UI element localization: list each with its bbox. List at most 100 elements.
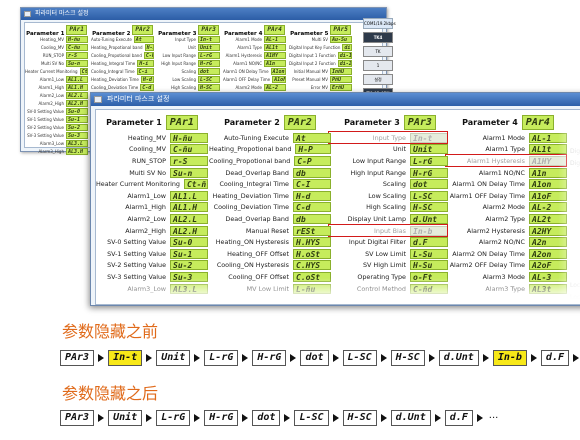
back-param-row[interactable]: Alarm2_High AL2.H — [25, 99, 88, 107]
back-param-row[interactable]: SV-1 Setting Value Su-1 — [25, 115, 88, 123]
back-param-row[interactable]: Heater Current MonitoringCt-ñ — [25, 67, 88, 75]
param-code-display[interactable]: Au-Su — [330, 35, 352, 43]
front-param-row[interactable]: Unit Unit — [332, 144, 448, 156]
param-code-display[interactable]: Ct-ñ — [183, 179, 208, 190]
back-param-row[interactable]: Alarm1 NO/NC A1n — [223, 59, 286, 67]
front-param-row[interactable]: Cooling_Propotional band C-P — [209, 155, 331, 167]
back-param-row[interactable]: Error MV ErñU — [289, 83, 352, 91]
param-code-display[interactable]: H-ñu — [170, 132, 208, 143]
param-code-display[interactable]: Su-1 — [170, 248, 208, 259]
param-code-display[interactable]: C-d — [293, 202, 331, 213]
front-param-row[interactable]: High Input Range H-rG — [332, 167, 448, 179]
front-param-row[interactable]: High Scaling H-SC — [332, 202, 448, 214]
param-code-display[interactable]: In-t — [198, 35, 220, 43]
front-param-row[interactable]: Alarm1 OFF Delay Time A1oF — [449, 190, 567, 202]
back-param-row[interactable]: High Input Range H-rG — [157, 59, 220, 67]
param-code-display[interactable]: C-i — [136, 67, 154, 75]
param-code-display[interactable]: AL2.L — [66, 91, 88, 99]
param-code-display[interactable]: H.HYS — [293, 237, 331, 248]
param-code-display[interactable]: db — [293, 167, 331, 178]
back-param-row[interactable]: Cooling_Propotional bandC-P — [91, 51, 154, 59]
param-code-display[interactable]: AL2.H — [66, 99, 88, 107]
back-param-row[interactable]: Alarm1_Low AL1.L — [25, 75, 88, 83]
param-code-display[interactable]: A1on — [529, 179, 567, 190]
param-code-display[interactable]: AL3t — [529, 283, 567, 294]
front-param-row[interactable]: Alarm2 OFF Delay Time A2oF — [449, 260, 567, 272]
front-param-row[interactable]: Alarm2 NO/NC A2n — [449, 236, 567, 248]
side-button[interactable]: COM1/19.2kbps — [363, 18, 396, 29]
param-code-display[interactable]: Ct-ñ — [79, 67, 88, 75]
param-code-display[interactable]: H-rG — [410, 167, 448, 178]
front-param-row[interactable]: Manual Reset rESt — [209, 225, 331, 237]
front-param-row[interactable]: Alarm2_High AL2.H — [96, 225, 208, 237]
back-param-row[interactable]: Alarm3_High AL3.H — [25, 147, 88, 155]
front-param-row[interactable]: Dead_Overlap Band db — [209, 213, 331, 225]
param-code-display[interactable]: AL3.L — [170, 283, 208, 294]
param-code-display[interactable]: AL1.L — [66, 75, 88, 83]
front-param-row[interactable]: Heating_Deviation Time H-d — [209, 190, 331, 202]
param-code-display[interactable]: L-SC — [198, 75, 220, 83]
param-code-display[interactable]: H-i — [137, 59, 154, 67]
front-param-row[interactable]: Alarm2_Low AL2.L — [96, 213, 208, 225]
param-code-display[interactable]: H-d — [293, 190, 331, 201]
param-code-display[interactable]: Unit — [410, 144, 448, 155]
param-code-display[interactable]: C-ñu — [66, 43, 88, 51]
param-code-display[interactable]: AL3.H — [66, 147, 88, 155]
front-param-row[interactable]: Cooling_MV C-ñu — [96, 144, 208, 156]
param-code-display[interactable]: Su-2 — [66, 123, 88, 131]
param-code-display[interactable]: C-P — [294, 155, 331, 166]
param-code-display[interactable]: AL2t — [529, 213, 567, 224]
param-code-display[interactable]: H-Su — [410, 260, 448, 271]
param-code-display[interactable]: C-ñu — [170, 144, 208, 155]
front-param-row[interactable]: Low Input Range L-rG — [332, 155, 448, 167]
param-code-display[interactable]: dot — [410, 179, 448, 190]
param-code-display[interactable]: db — [293, 213, 331, 224]
back-param-row[interactable]: Cooling_Integral Time C-i — [91, 67, 154, 75]
front-param-row[interactable]: Alarm3 Type AL3t — [449, 283, 567, 295]
param-code-display[interactable]: A1oF — [529, 190, 567, 201]
back-param-row[interactable]: SV-3 Setting Value Su-3 — [25, 131, 88, 139]
param-code-display[interactable]: C.oSt — [293, 271, 331, 282]
front-param-row[interactable]: Low Scaling L-SC — [332, 190, 448, 202]
param-code-display[interactable]: Su-n — [66, 59, 88, 67]
param-code-display[interactable]: dot — [198, 67, 220, 75]
param-code-display[interactable]: C-I — [293, 179, 331, 190]
param-code-display[interactable]: L-Su — [410, 248, 448, 259]
param-code-display[interactable]: rESt — [293, 225, 331, 236]
front-param-row[interactable]: Heating_Propotional band H-P — [209, 144, 331, 156]
param-code-display[interactable]: A1HY — [264, 51, 286, 59]
param-code-display[interactable]: AL1.H — [170, 202, 208, 213]
front-param-row[interactable]: SV Low Limit L-Su — [332, 248, 448, 260]
back-param-row[interactable]: Alarm2 Mode AL-2 — [223, 83, 286, 91]
front-param-row[interactable]: RUN_STOP r-S — [96, 155, 208, 167]
param-code-display[interactable]: Su-n — [170, 167, 208, 178]
param-code-display[interactable]: di-K — [342, 43, 352, 51]
back-param-row[interactable]: Preset Manual MV PñU — [289, 75, 352, 83]
front-param-row[interactable]: MV Low Limit L-ñu — [209, 283, 331, 295]
back-param-row[interactable]: Cooling_MV C-ñu — [25, 43, 88, 51]
side-button[interactable]: 설정 — [363, 74, 393, 85]
back-param-row[interactable]: Initial Manual MV InñU — [289, 67, 352, 75]
param-code-display[interactable]: C-d — [140, 83, 154, 91]
param-code-display[interactable]: H-d — [140, 75, 154, 83]
back-param-row[interactable]: Scaling dot — [157, 67, 220, 75]
param-code-display[interactable]: L-rG — [410, 155, 448, 166]
front-param-row[interactable]: Alarm3 Mode AL-3 — [449, 271, 567, 283]
back-param-row[interactable]: Alarm1_High AL1.H — [25, 83, 88, 91]
param-code-display[interactable]: d.F — [410, 237, 448, 248]
front-param-row[interactable]: Alarm2 ON Delay Time A2on — [449, 248, 567, 260]
back-param-row[interactable]: Alarm2_Low AL2.L — [25, 91, 88, 99]
back-param-row[interactable]: Auto-Tuning Execute At — [91, 35, 154, 43]
front-param-row[interactable]: Heating_OFF Offset H.oSt — [209, 248, 331, 260]
param-code-display[interactable]: A2HY — [529, 225, 567, 236]
param-code-display[interactable]: Su-3 — [170, 271, 208, 282]
back-param-row[interactable]: Unit Unit — [157, 43, 220, 51]
param-code-display[interactable]: Su-3 — [66, 131, 88, 139]
back-param-row[interactable]: Heating_Deviation Time H-d — [91, 75, 154, 83]
side-button[interactable]: TK — [363, 46, 393, 57]
param-code-display[interactable]: r-S — [66, 51, 88, 59]
side-button[interactable]: TK4 — [363, 32, 393, 43]
param-code-display[interactable]: AL-2 — [264, 83, 286, 91]
front-param-row[interactable]: Control Method C-ñd — [332, 283, 448, 295]
front-param-row[interactable]: Scaling dot — [332, 178, 448, 190]
